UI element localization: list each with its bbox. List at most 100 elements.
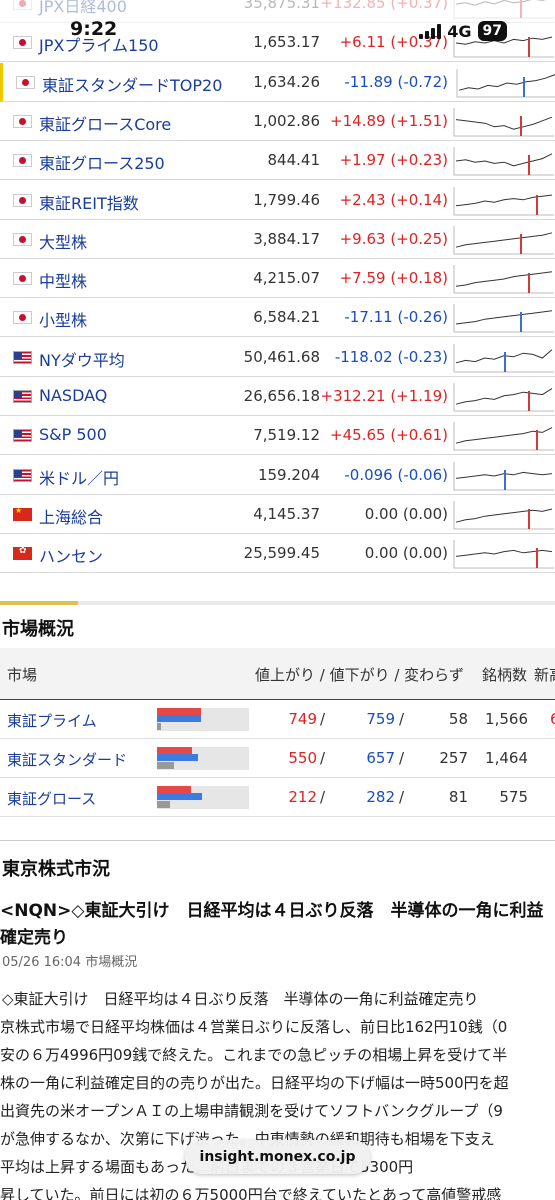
index-name[interactable]: ハンセン: [39, 543, 103, 567]
index-row[interactable]: 東証グロースCore 1,002.86 +14.89 (+1.51): [0, 102, 555, 141]
index-value: 3,884.17: [253, 229, 320, 248]
flag-us-icon: [13, 468, 32, 482]
sparkline-frame: [453, 186, 554, 215]
separator: /: [320, 749, 326, 767]
flag-jp-icon: [13, 232, 32, 246]
decline-count: 282: [366, 788, 395, 806]
flag-us-icon: [13, 390, 32, 403]
index-row[interactable]: 中型株 4,215.07 +7.59 (+0.18): [0, 259, 555, 299]
market-table-header: 市場 値上がり / 値下がり / 変わらず 銘柄数 新高: [0, 648, 555, 700]
sparkline-frame: [453, 500, 554, 530]
index-name[interactable]: 上海総合: [39, 504, 103, 528]
header-market: 市場: [7, 666, 38, 684]
unchanged-bar: [157, 723, 161, 730]
index-name[interactable]: 東証グロース250: [39, 150, 165, 174]
market-row: 東証グロース 212/282/81 575: [0, 778, 555, 817]
unchanged-bar: [157, 801, 170, 808]
sparkline-line: [455, 232, 553, 248]
url-bar[interactable]: insight.monex.co.jp: [185, 1140, 370, 1174]
flag-us-icon: [13, 429, 32, 443]
index-value: 1,002.86: [253, 111, 320, 130]
sparkline-chart: [453, 147, 554, 176]
header-count: 銘柄数: [482, 666, 528, 684]
sparkline-chart: [453, 422, 554, 451]
flag-jp-icon: [16, 75, 35, 89]
index-name[interactable]: 中型株: [39, 268, 87, 292]
news-headline[interactable]: <NQN>◇東証大引け 日経平均は４日ぶり反落 半導体の一角に利益確定売り: [0, 898, 555, 952]
sparkline-chart: [453, 107, 554, 137]
index-row[interactable]: 小型株 6,584.21 -17.11 (-0.26): [0, 298, 555, 338]
index-value: 1,799.46: [253, 190, 320, 209]
index-name[interactable]: 東証スタンダードTOP20: [42, 72, 222, 96]
decline-bar: [157, 754, 199, 761]
index-value: 4,145.37: [253, 504, 320, 523]
index-row[interactable]: 東証REIT指数 1,799.46 +2.43 (+0.14): [0, 181, 555, 220]
decline-bar: [157, 793, 203, 800]
news-date: 05/26 16:04: [2, 955, 82, 970]
sparkline-chart: [453, 540, 554, 569]
decline-count: 657: [366, 749, 395, 767]
separator: /: [399, 749, 405, 767]
index-value: 25,599.45: [243, 544, 320, 563]
index-name[interactable]: 大型株: [39, 229, 87, 253]
index-row[interactable]: NYダウ平均 50,461.68 -118.02 (-0.23): [0, 338, 555, 377]
decline-bar: [157, 715, 202, 722]
index-row[interactable]: S&P 500 7,519.12 +45.65 (+0.61): [0, 416, 555, 456]
index-value: 844.41: [267, 151, 321, 170]
index-name[interactable]: NYダウ平均: [39, 347, 125, 371]
sparkline-chart: [453, 461, 554, 491]
news-body-line: 株の一角に利益確定目的の売りが出た。日経平均の下げ幅は一時500円を超: [0, 1074, 509, 1092]
decline-count: 759: [366, 710, 395, 728]
index-row[interactable]: 上海総合 4,145.37 0.00 (0.00): [0, 495, 555, 534]
index-row[interactable]: 大型株 3,884.17 +9.63 (+0.25): [0, 220, 555, 259]
index-change: 0.00 (0.00): [364, 504, 448, 523]
news-body-line: 安の６万4996円09銭で終えた。これまでの急ピッチの相場上昇を受けて半: [0, 1046, 508, 1064]
index-name[interactable]: S&P 500: [39, 425, 107, 444]
separator: /: [399, 788, 405, 806]
index-row[interactable]: 東証グロース250 844.41 +1.97 (+0.23): [0, 141, 555, 181]
separator: /: [399, 710, 405, 728]
index-change: +2.43 (+0.14): [339, 190, 448, 209]
index-change: +9.63 (+0.25): [339, 229, 448, 248]
sparkline-line: [455, 271, 553, 287]
separator: /: [320, 710, 326, 728]
issue-count: 1,464: [485, 749, 528, 767]
status-bar: 9:22 4G 97: [0, 0, 555, 44]
issue-count: 575: [499, 788, 528, 806]
index-value: 159.204: [257, 465, 320, 484]
advance-bar: [157, 786, 191, 793]
flag-jp-icon: [13, 154, 32, 168]
sparkline-line: [455, 116, 553, 130]
news-divider: [0, 840, 555, 841]
sparkline-chart: [453, 343, 554, 373]
index-change: +1.97 (+0.23): [339, 151, 448, 170]
index-name[interactable]: 米ドル／円: [39, 465, 119, 489]
market-row: 東証プライム 749/759/58 1,566 6: [0, 700, 555, 739]
sparkline-line: [455, 508, 553, 523]
index-change: -17.11 (-0.26): [344, 308, 448, 327]
section-divider: [0, 601, 555, 605]
index-name[interactable]: NASDAQ: [39, 386, 107, 405]
advance-bar: [157, 708, 202, 715]
index-value: 26,656.18: [243, 387, 320, 405]
index-row[interactable]: NASDAQ 26,656.18 +312.21 (+1.19): [0, 377, 555, 416]
index-name[interactable]: 東証REIT指数: [39, 190, 139, 214]
advance-count: 212: [288, 788, 317, 806]
market-name[interactable]: 東証スタンダード: [7, 749, 127, 770]
index-name[interactable]: 東証グロースCore: [39, 111, 171, 135]
flag-us-icon: [13, 350, 32, 364]
sparkline-chart: [453, 186, 554, 215]
issue-count: 1,566: [485, 710, 528, 728]
news-category: 市場概況: [85, 955, 138, 970]
index-value: 7,519.12: [253, 426, 320, 445]
market-name[interactable]: 東証グロース: [7, 788, 96, 809]
index-change: -11.89 (-0.72): [344, 72, 448, 91]
index-row[interactable]: 米ドル／円 159.204 -0.096 (-0.06): [0, 456, 555, 495]
index-row[interactable]: 東証スタンダードTOP20 1,634.26 -11.89 (-0.72): [0, 62, 555, 102]
index-name[interactable]: 小型株: [39, 307, 87, 331]
battery-icon: 97: [477, 21, 507, 41]
index-row[interactable]: ハンセン 25,599.45 0.00 (0.00): [0, 534, 555, 574]
market-name[interactable]: 東証プライム: [7, 710, 97, 731]
unchanged-bar: [157, 762, 174, 769]
advance-count: 550: [288, 749, 317, 767]
